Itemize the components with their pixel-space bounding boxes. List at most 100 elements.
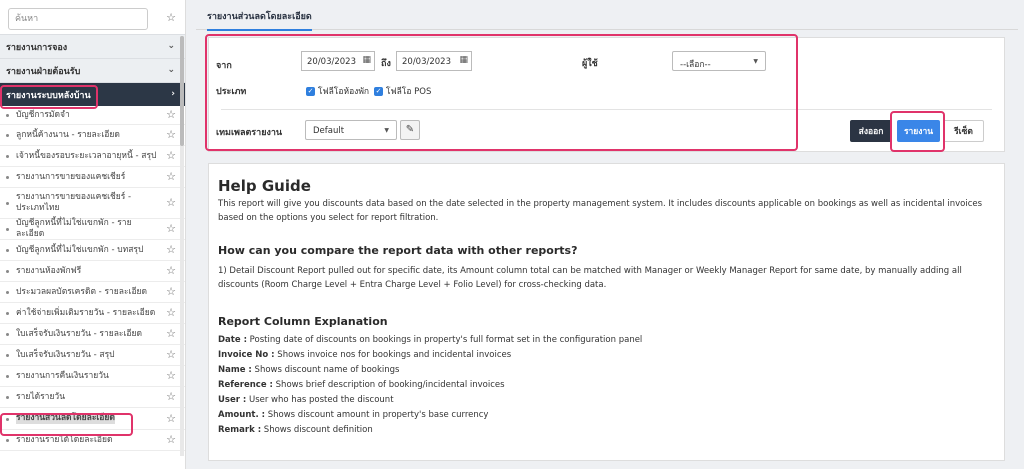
column-explanation-row: Remark : Shows discount definition xyxy=(218,425,373,435)
menu-item-current[interactable]: รายงานส่วนลดโดยละเอียด ☆ xyxy=(0,408,185,430)
column-desc: User who has posted the discount xyxy=(246,395,394,405)
chevron-down-icon: ⌄ xyxy=(167,41,175,51)
column-explanation-row: User : User who has posted the discount xyxy=(218,395,394,405)
bullet-icon xyxy=(6,417,9,421)
menu-item[interactable]: รายงานการขายของแคชเชียร์ ☆ xyxy=(0,167,185,188)
column-desc: Shows discount definition xyxy=(261,425,373,435)
caret-down-icon: ▼ xyxy=(753,58,758,65)
caret-down-icon: ▼ xyxy=(384,127,389,134)
column-explanation-row: Amount. : Shows discount amount in prope… xyxy=(218,410,488,420)
bullet-icon xyxy=(6,270,9,273)
menu-item-label: รายงานส่วนลดโดยละเอียด xyxy=(16,413,115,424)
user-select[interactable]: --เลือก-- ▼ xyxy=(672,51,766,71)
scrollbar-thumb[interactable] xyxy=(180,36,184,146)
report-template-select[interactable]: Default ▼ xyxy=(305,120,397,140)
filter-panel: จาก 20/03/2023 ▦ ถึง 20/03/2023 ▦ ผู้ใช้… xyxy=(208,37,1005,152)
star-icon[interactable]: ☆ xyxy=(166,286,176,297)
star-icon[interactable]: ☆ xyxy=(166,150,176,161)
column-explanation-row: Reference : Shows brief description of b… xyxy=(218,380,505,390)
star-icon[interactable]: ☆ xyxy=(166,244,176,255)
menu-item-label: บัญชีลูกหนี้ที่ไม่ใช่แขกพัก - บทสรุป xyxy=(16,244,144,255)
star-icon[interactable]: ☆ xyxy=(166,12,176,23)
from-date-value: 20/03/2023 xyxy=(307,57,356,67)
menu-item[interactable]: บัญชีลูกหนี้ที่ไม่ใช่แขกพัก - รายละเอียด… xyxy=(0,218,185,240)
checkbox-checked-icon[interactable]: ✓ xyxy=(374,86,383,96)
menu-item[interactable]: เจ้าหนี้ของรอบระยะเวลาอายุหนี้ - สรุป ☆ xyxy=(0,146,185,167)
column-explanation-row: Name : Shows discount name of bookings xyxy=(218,365,399,375)
divider xyxy=(221,109,992,110)
checkbox-checked-icon[interactable]: ✓ xyxy=(306,86,315,96)
star-icon[interactable]: ☆ xyxy=(166,129,176,140)
star-icon[interactable]: ☆ xyxy=(166,197,176,208)
compare-heading: How can you compare the report data with… xyxy=(218,244,578,257)
to-date-value: 20/03/2023 xyxy=(402,57,451,67)
menu-item[interactable]: รายงานการคืนเงินรายวัน ☆ xyxy=(0,366,185,387)
report-button[interactable]: รายงาน xyxy=(897,120,940,142)
calendar-icon[interactable]: ▦ xyxy=(362,55,371,65)
menu-item-label: บัญชีการมัดจำ xyxy=(16,109,70,120)
pos-folio-label: โฟลีโอ POS xyxy=(386,87,432,97)
menu-item[interactable]: รายงานห้องพักฟรี ☆ xyxy=(0,261,185,282)
bullet-icon xyxy=(6,155,9,158)
calendar-icon[interactable]: ▦ xyxy=(459,55,468,65)
tab-detail-discount-report[interactable]: รายงานส่วนลดโดยละเอียด xyxy=(207,9,312,31)
star-icon[interactable]: ☆ xyxy=(166,328,176,339)
star-icon[interactable]: ☆ xyxy=(166,171,176,182)
menu-item-label: บัญชีลูกหนี้ที่ไม่ใช่แขกพัก - รายละเอียด xyxy=(16,218,132,239)
menu-item-label: รายงานการคืนเงินรายวัน xyxy=(16,370,109,381)
bullet-icon xyxy=(6,134,9,137)
section-label: รายงานการจอง xyxy=(6,42,68,53)
section-label: รายงานระบบหลังบ้าน xyxy=(6,90,91,101)
star-icon[interactable]: ☆ xyxy=(166,265,176,276)
star-icon[interactable]: ☆ xyxy=(166,349,176,360)
column-explanation-row: Invoice No : Shows invoice nos for booki… xyxy=(218,350,511,360)
room-folio-label: โฟลีโอห้องพัก xyxy=(318,87,370,97)
menu-item[interactable]: ใบเสร็จรับเงินรายวัน - รายละเอียด ☆ xyxy=(0,324,185,345)
to-date-field[interactable]: 20/03/2023 ▦ xyxy=(396,51,472,71)
report-template-value: Default xyxy=(313,126,345,136)
menu-item-label: ใบเสร็จรับเงินรายวัน - สรุป xyxy=(16,349,115,360)
menu-item[interactable]: ลูกหนี้ค้างนาน - รายละเอียด ☆ xyxy=(0,125,185,146)
search-input[interactable] xyxy=(8,8,148,30)
help-guide-panel: Help Guide This report will give you dis… xyxy=(208,163,1005,461)
room-folio-checkbox[interactable]: ✓ โฟลีโอห้องพัก xyxy=(306,84,369,98)
sidebar-scrollbar[interactable] xyxy=(180,36,184,456)
bullet-icon xyxy=(6,228,9,231)
menu-item[interactable]: ใบเสร็จรับเงินรายวัน - สรุป ☆ xyxy=(0,345,185,366)
star-icon[interactable]: ☆ xyxy=(166,391,176,402)
tab-bar: รายงานส่วนลดโดยละเอียด xyxy=(196,0,1018,31)
column-explanation-row: Date : Posting date of discounts on book… xyxy=(218,335,642,345)
menu-item[interactable]: รายได้รายวัน ☆ xyxy=(0,387,185,408)
user-label: ผู้ใช้ xyxy=(582,59,598,69)
star-icon[interactable]: ☆ xyxy=(166,413,176,424)
column-desc: Shows invoice nos for bookings and incid… xyxy=(274,350,512,360)
bullet-icon xyxy=(6,333,9,336)
star-icon[interactable]: ☆ xyxy=(166,223,176,234)
bullet-icon xyxy=(6,114,9,117)
reset-button[interactable]: รีเซ็ต xyxy=(943,120,984,142)
star-icon[interactable]: ☆ xyxy=(166,370,176,381)
section-booking-reports[interactable]: รายงานการจอง ⌄ xyxy=(0,34,185,58)
menu-item-label: ลูกหนี้ค้างนาน - รายละเอียด xyxy=(16,129,120,140)
menu-item[interactable]: ค่าใช้จ่ายเพิ่มเติมรายวัน - รายละเอียด ☆ xyxy=(0,303,185,324)
sidebar-search-row: ☆ xyxy=(0,0,185,34)
menu-item-label: รายงานห้องพักฟรี xyxy=(16,265,82,276)
star-icon[interactable]: ☆ xyxy=(166,109,176,120)
edit-template-button[interactable]: ✎ xyxy=(400,120,420,140)
menu-item[interactable]: ประมวลผลบัตรเครดิต - รายละเอียด ☆ xyxy=(0,282,185,303)
section-front-office-reports[interactable]: รายงานฝ่ายต้อนรับ ⌄ xyxy=(0,58,185,82)
star-icon[interactable]: ☆ xyxy=(166,434,176,445)
type-label: ประเภท xyxy=(216,87,247,97)
star-icon[interactable]: ☆ xyxy=(166,307,176,318)
menu-item[interactable]: บัญชีลูกหนี้ที่ไม่ใช่แขกพัก - บทสรุป ☆ xyxy=(0,240,185,261)
bullet-icon xyxy=(6,375,9,378)
from-date-field[interactable]: 20/03/2023 ▦ xyxy=(301,51,375,71)
export-button[interactable]: ส่งออก xyxy=(850,120,892,142)
section-back-office-reports[interactable]: รายงานระบบหลังบ้าน › xyxy=(0,82,185,106)
menu-item[interactable]: รายงานการขายของแคชเชียร์ - ประเภทไทย ☆ xyxy=(0,188,185,219)
menu-item[interactable]: รายงานรายได้โดยละเอียด ☆ xyxy=(0,430,185,451)
from-label: จาก xyxy=(216,61,232,71)
pos-folio-checkbox[interactable]: ✓ โฟลีโอ POS xyxy=(374,84,431,98)
menu-item[interactable]: บัญชีการมัดจำ ☆ xyxy=(0,106,185,125)
menu-item-label: ประมวลผลบัตรเครดิต - รายละเอียด xyxy=(16,286,148,297)
